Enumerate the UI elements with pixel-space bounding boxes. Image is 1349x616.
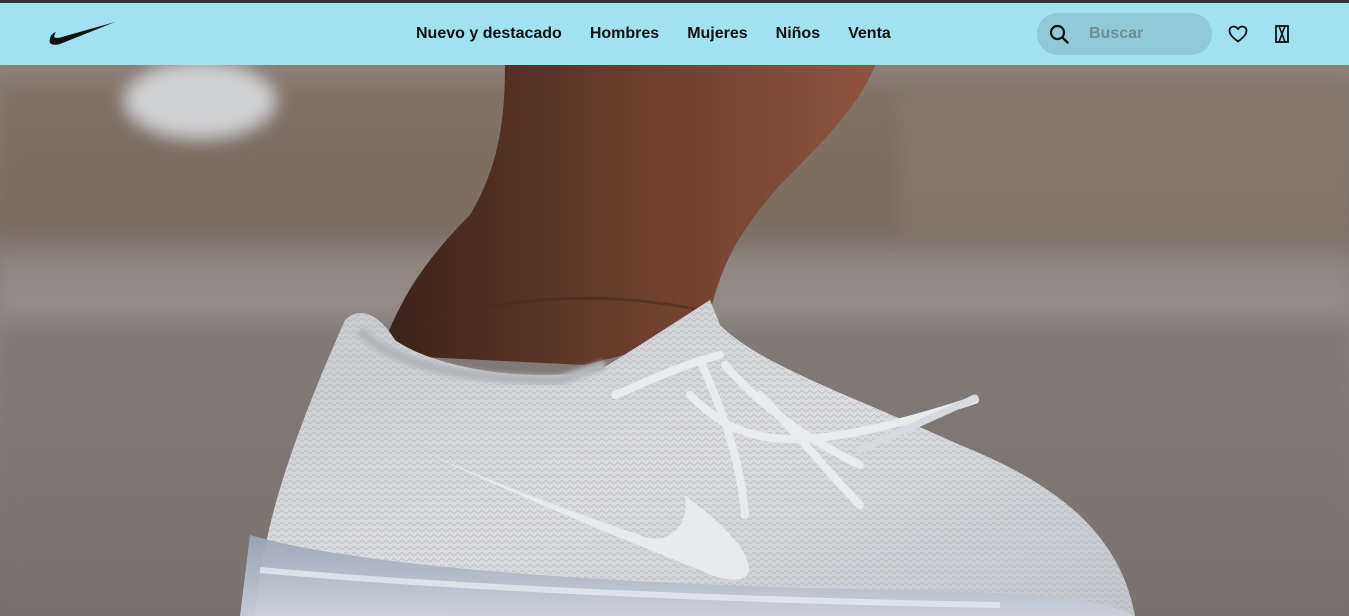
nav-item-ninos[interactable]: Niños — [776, 25, 820, 43]
search-icon[interactable] — [1037, 13, 1081, 55]
main-nav: Nuevo y destacado Hombres Mujeres Niños … — [416, 3, 891, 65]
nav-item-hombres[interactable]: Hombres — [590, 25, 659, 43]
nav-item-venta[interactable]: Venta — [848, 25, 891, 43]
search-input[interactable] — [1089, 25, 1199, 43]
hero-shoe-image — [0, 65, 1349, 616]
heart-icon[interactable] — [1226, 22, 1250, 46]
swoosh-logo-icon[interactable] — [48, 19, 116, 47]
top-navbar: Nuevo y destacado Hombres Mujeres Niños … — [0, 3, 1349, 65]
nav-item-nuevo-destacado[interactable]: Nuevo y destacado — [416, 25, 562, 43]
nav-item-mujeres[interactable]: Mujeres — [687, 25, 747, 43]
shopping-bag-icon[interactable] — [1270, 22, 1294, 46]
search-box — [1037, 13, 1212, 55]
